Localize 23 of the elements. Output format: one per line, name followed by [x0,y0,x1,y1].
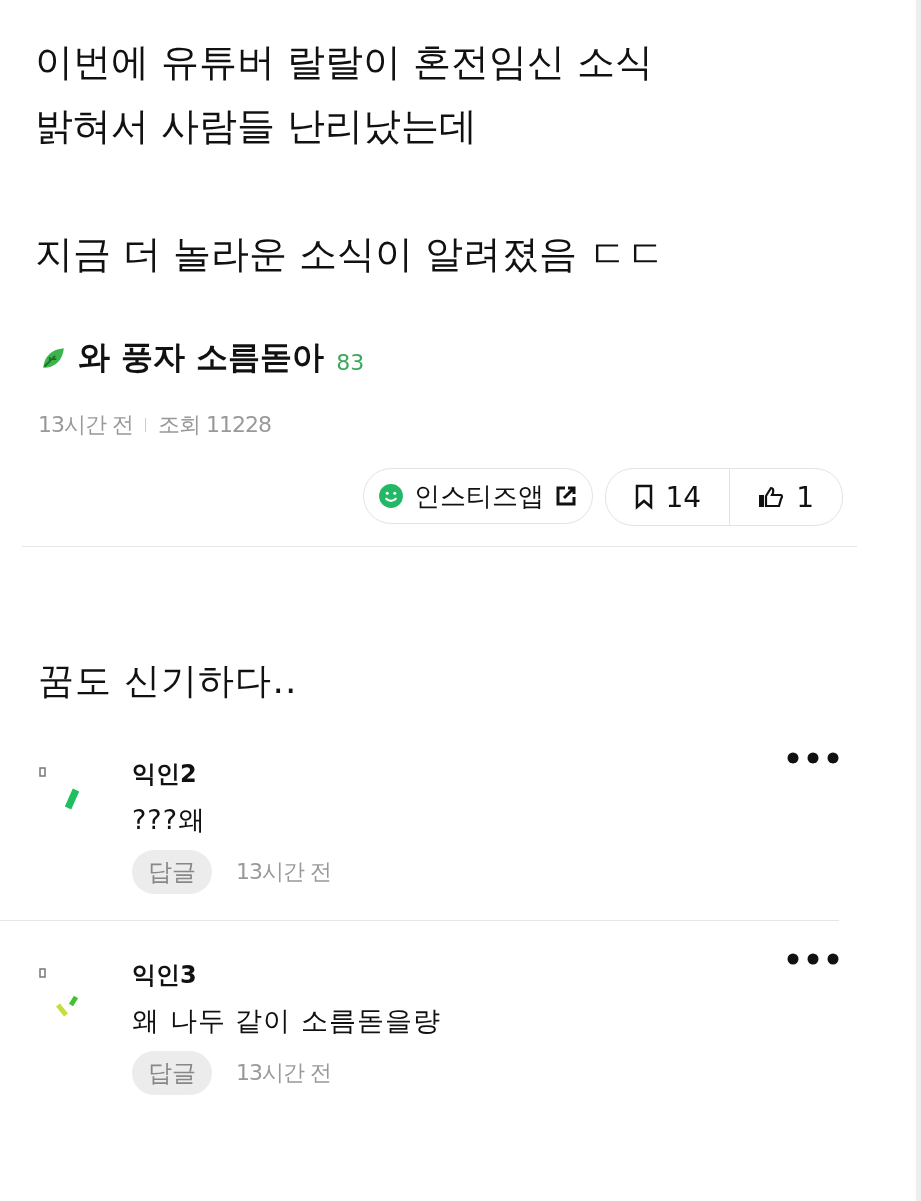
thumbs-up-icon [758,485,785,509]
commenter-name: 익인2 [132,759,198,790]
smiley-icon [377,483,404,509]
author-score: 83 [336,349,365,375]
comment-time: 13시간 전 [236,858,331,886]
post-text: 밝혀서 사람들 난리났는데 [35,103,479,150]
post-text: 이번에 유튜버 랄랄이 혼전임신 소식 [35,39,655,86]
author-name[interactable]: 와 풍자 소름돋아 [78,336,325,380]
comment-time: 13시간 전 [236,1059,331,1087]
more-options-icon[interactable] [787,752,839,764]
post-text: 지금 더 놀라운 소식이 알려졌음 ㄷㄷ [35,231,667,278]
comment-text: ???왜 [132,803,207,837]
bookmark-button[interactable]: 14 [605,469,730,525]
leaf-icon [40,345,66,371]
post-time: 13시간 전 [38,411,133,439]
comment-text: 왜 나두 같이 소름돋을량 [132,1004,441,1038]
comment-section-title: 꿈도 신기하다.. [38,659,299,703]
commenter-name: 익인3 [132,960,198,991]
bookmark-icon [633,484,654,510]
app-button[interactable]: 인스티즈앱 [362,468,593,524]
more-options-icon[interactable] [787,953,839,965]
view-count: 조회 11228 [158,411,271,439]
like-button[interactable]: 1 [729,469,842,525]
